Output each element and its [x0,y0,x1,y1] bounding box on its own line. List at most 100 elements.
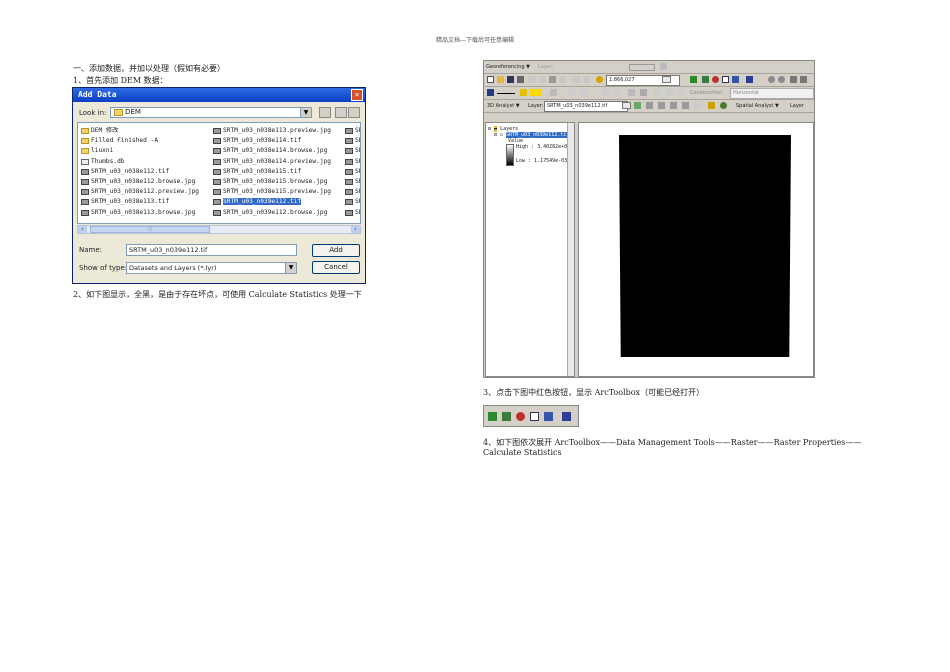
3d-layer-select[interactable]: SRTM_u03_n039e112.tif [544,101,628,112]
look-in-combo[interactable]: DEM ▼ [110,107,312,118]
toc-scrollbar[interactable] [567,123,574,376]
fixed-zoom-in-icon[interactable] [790,76,797,83]
scroll-left-icon[interactable]: ‹ [78,226,87,233]
file-list[interactable]: DEM 修改 Filled Finished -A liuxni Thumbs.… [77,122,361,224]
modelbuilder-icon[interactable] [732,76,739,83]
split-icon[interactable] [628,89,635,96]
list-item[interactable]: SRTM_u03_n038e112.preview.jpg [80,187,210,197]
contour-icon[interactable] [634,102,641,109]
text-b-icon[interactable] [678,89,685,96]
arctoolbox-icon[interactable] [516,412,525,421]
list-item[interactable]: SRTM_u03_n038e112.browse.jpg [80,177,210,187]
spatial-analyst-menu[interactable]: Spatial Analyst ▼ [736,100,779,112]
pencil-icon[interactable] [520,89,527,96]
layer-combo[interactable] [629,64,655,71]
list-item[interactable]: SR [344,187,360,197]
list-item[interactable]: Thumbs.db [80,157,210,167]
list-item[interactable]: SR [344,167,360,177]
rotate-tool-icon[interactable] [640,89,647,96]
redo-icon[interactable] [583,76,590,83]
horizontal-scrollbar[interactable]: ‹ ||| › [77,225,361,234]
list-item[interactable]: liuxni [80,146,210,156]
list-item[interactable]: SRTM_u03_n038e113.tif [80,197,210,207]
list-item[interactable]: SR [344,146,360,156]
list-item[interactable]: SRTM_u03_n039e112.browse.jpg [212,208,342,218]
arc-icon[interactable] [602,89,609,96]
name-input[interactable]: SRTM_u03_n039e112.tif [126,244,297,256]
list-item[interactable]: SRTM_u03_n038e114.browse.jpg [212,146,342,156]
list-item[interactable]: SRTM_u03_n038e112.tif [80,167,210,177]
paste-icon[interactable] [549,76,556,83]
fixed-zoom-out-icon[interactable] [800,76,807,83]
command-line-icon[interactable] [530,412,539,421]
line-of-sight-icon[interactable] [658,102,665,109]
edit-tool-icon[interactable] [568,89,575,96]
line-tool-icon[interactable] [487,89,494,96]
list-item[interactable]: SRTM_u03_n038e115.preview.jpg [212,187,342,197]
cancel-button[interactable]: Cancel [312,261,360,274]
vertex-icon[interactable] [654,89,661,96]
delete-icon[interactable] [559,76,566,83]
list-item[interactable]: SR [344,126,360,136]
zoom-in-icon[interactable] [768,76,775,83]
arctoolbox-icon[interactable] [712,76,719,83]
print-icon[interactable] [517,76,524,83]
interpolate-point-icon[interactable] [670,102,677,109]
up-folder-icon[interactable] [319,107,331,118]
editor-icon[interactable] [690,76,697,83]
editor-icon[interactable] [488,412,497,421]
list-item[interactable]: SRTM_u03_n038e113.preview.jpg [212,126,342,136]
list-item[interactable]: SR [344,136,360,146]
list-item[interactable]: SRTM_u03_n038e115.browse.jpg [212,177,342,187]
list-item[interactable]: Filled Finished -A [80,136,210,146]
3d-analyst-menu[interactable]: 3D Analyst ▼ [487,100,520,112]
list-item[interactable]: SR [344,208,360,218]
arccatalog-icon[interactable] [702,76,709,83]
list-item[interactable]: SRTM_u03_n038e113.browse.jpg [80,208,210,218]
add-button[interactable]: Add [312,244,360,257]
save-icon[interactable] [507,76,514,83]
copy-icon[interactable] [539,76,546,83]
modelbuilder-icon[interactable] [544,412,553,421]
close-icon[interactable]: ✕ [351,89,363,101]
show-type-select[interactable]: Datasets and Layers (*.lyr) ▼ [126,262,297,274]
command-line-icon[interactable] [722,76,729,83]
chevron-down-icon[interactable] [622,102,631,109]
map-view[interactable] [578,122,814,377]
layer-node[interactable]: ⊟ ☑ SRTM_u03_n039e112.tif [488,132,570,138]
profile-graph-icon[interactable] [682,102,689,109]
arccatalog-icon[interactable] [502,412,511,421]
list-item-selected[interactable]: SRTM_u03_n039e112.tif [212,197,342,207]
arcglobe-icon[interactable] [720,102,727,109]
arcscene-icon[interactable] [708,102,715,109]
georeferencing-menu[interactable]: Georeferencing ▼ [486,61,530,73]
text-a-icon[interactable] [666,89,673,96]
list-item[interactable]: SRTM_u03_n038e114.preview.jpg [212,157,342,167]
whats-this-icon[interactable] [746,76,753,83]
list-item[interactable]: DEM 修改 [80,126,210,136]
list-item[interactable]: SR [344,177,360,187]
sketch-icon[interactable] [580,89,587,96]
chevron-down-icon[interactable]: ▼ [285,263,296,273]
open-icon[interactable] [497,76,504,83]
fill-color-icon[interactable] [530,89,542,96]
steepest-path-icon[interactable] [646,102,653,109]
circle-icon[interactable] [614,89,621,96]
undo-icon[interactable] [573,76,580,83]
connect-folder-icon[interactable] [335,107,347,118]
rotate-icon[interactable] [660,63,667,70]
zoom-out-icon[interactable] [778,76,785,83]
interpolate-line-icon[interactable] [694,102,701,109]
list-view-icon[interactable] [348,107,360,118]
list-item[interactable]: SRTM_u03_n038e114.tif [212,136,342,146]
construction-select[interactable]: Horizontal [730,88,814,99]
line-style-icon[interactable] [497,93,515,94]
chevron-down-icon[interactable]: ▼ [300,108,311,117]
list-item[interactable]: SR [344,157,360,167]
brush-icon[interactable] [550,89,557,96]
list-item[interactable]: SR [344,197,360,207]
chevron-down-icon[interactable] [662,76,671,83]
scroll-right-icon[interactable]: › [351,226,360,233]
add-data-icon[interactable] [596,76,603,83]
list-item[interactable]: SRTM_u03_n038e115.tif [212,167,342,177]
